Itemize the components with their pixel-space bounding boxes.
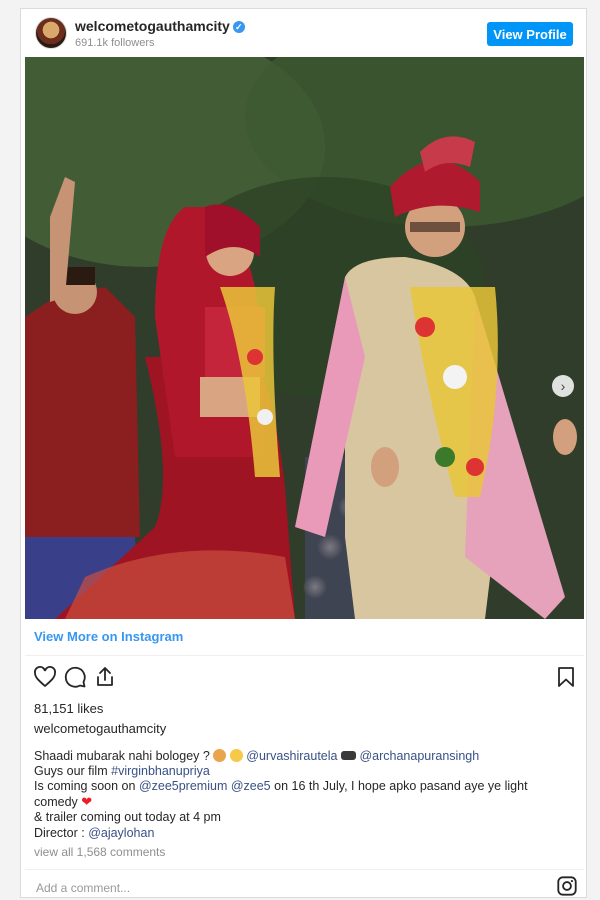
view-all-comments-link[interactable]: view all 1,568 comments	[34, 845, 165, 859]
view-profile-button[interactable]: View Profile	[487, 22, 573, 46]
divider	[25, 869, 584, 870]
share-upload-icon[interactable]	[93, 665, 117, 689]
verified-badge-icon: ✓	[232, 21, 245, 34]
post-header: welcometogauthamcity ✓ 691.1k followers V…	[21, 9, 586, 57]
heart-outline-icon[interactable]	[33, 665, 57, 689]
username-row[interactable]: welcometogauthamcity ✓	[75, 18, 245, 34]
director-credit: Director : @ajaylohan	[34, 826, 154, 840]
action-bar	[33, 665, 578, 693]
comment-input[interactable]	[34, 877, 518, 899]
chevron-right-icon: ›	[560, 378, 566, 394]
view-more-link[interactable]: View More on Instagram	[34, 629, 183, 644]
likes-count[interactable]: 81,151 likes	[34, 701, 103, 716]
caption-line-2: Guys our film #virginbhanupriya	[34, 764, 574, 779]
divider	[25, 655, 584, 656]
hashtag-link[interactable]: #virginbhanupriya	[111, 764, 210, 778]
grin-emoji-icon	[229, 749, 243, 762]
speech-bubble-icon[interactable]	[63, 665, 87, 689]
caption-text: Guys our film	[34, 764, 108, 778]
caption-line-1: Shaadi mubarak nahi bologey ? @urvashira…	[34, 749, 574, 764]
wedding-photo	[25, 57, 584, 619]
mention-link[interactable]: @archanapuransingh	[359, 749, 479, 763]
avatar[interactable]	[35, 17, 67, 49]
carousel-next-button[interactable]: ›	[552, 375, 574, 397]
person-emoji-icon	[213, 749, 227, 762]
director-label: Director :	[34, 826, 85, 840]
director-mention-link[interactable]: @ajaylohan	[88, 826, 154, 840]
followers-count: 691.1k followers	[75, 37, 155, 49]
red-heart-emoji-icon: ❤	[81, 794, 93, 809]
caption-text: Is coming soon on	[34, 779, 136, 793]
mention-link[interactable]: @urvashirautela	[246, 749, 337, 763]
post-photo[interactable]: ›	[25, 57, 584, 619]
bookmark-icon[interactable]	[554, 665, 578, 689]
mention-link[interactable]: @zee5	[231, 779, 271, 793]
instagram-embed-card: welcometogauthamcity ✓ 691.1k followers V…	[20, 8, 587, 899]
sunglasses-emoji-icon	[340, 751, 356, 760]
username[interactable]: welcometogauthamcity	[75, 18, 230, 34]
caption-line-3: Is coming soon on @zee5premium @zee5 on …	[34, 779, 574, 810]
instagram-logo-icon[interactable]	[556, 875, 578, 897]
mention-link[interactable]: @zee5premium	[139, 779, 227, 793]
caption-username[interactable]: welcometogauthamcity	[34, 721, 166, 736]
caption: Shaadi mubarak nahi bologey ? @urvashira…	[34, 749, 574, 825]
caption-text: Shaadi mubarak nahi bologey ?	[34, 749, 210, 763]
caption-line-4: & trailer coming out today at 4 pm	[34, 810, 221, 824]
